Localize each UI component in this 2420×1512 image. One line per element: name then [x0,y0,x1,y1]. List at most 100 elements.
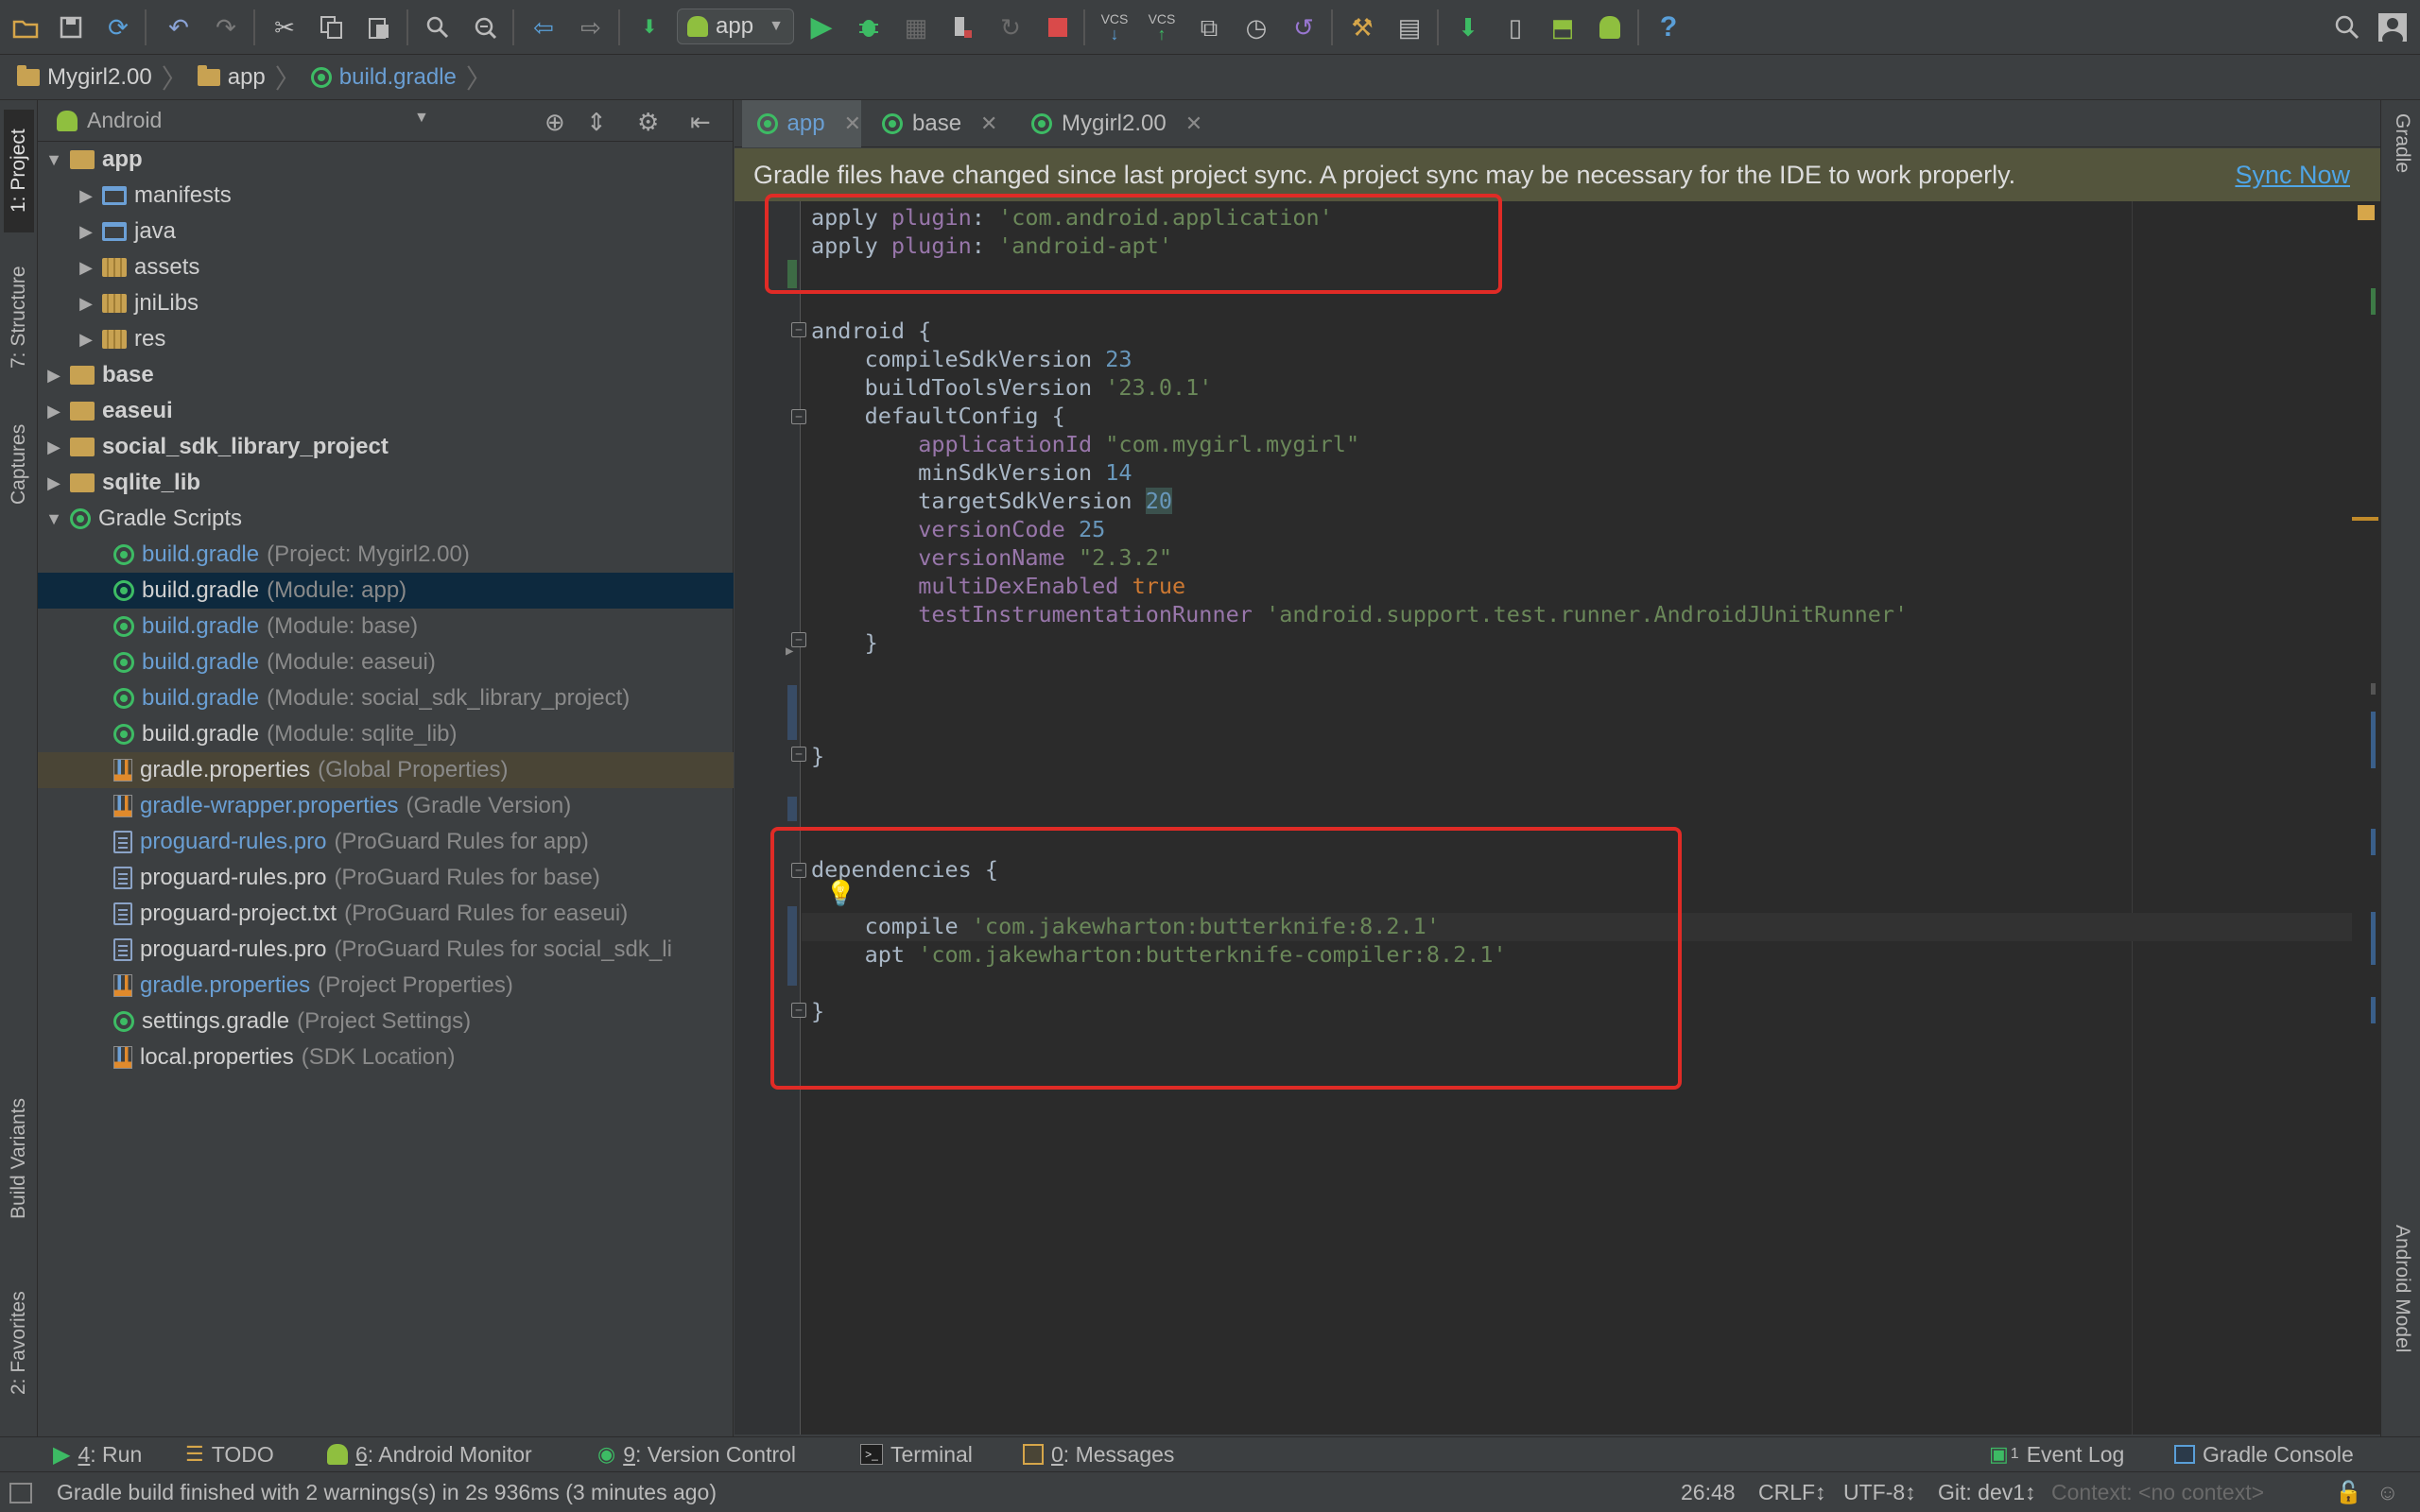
android-icon[interactable] [1594,11,1626,43]
tool-button-messages[interactable]: 0: Messages [1023,1437,1174,1471]
sdk-manager-icon[interactable]: ▤ [1393,11,1426,43]
replace-icon[interactable] [469,11,501,43]
code-editor[interactable]: apply plugin: 'com.android.application' a… [735,194,2380,1435]
tool-tab-structure[interactable]: 7: Structure [4,251,34,384]
project-tree-item[interactable]: ▶ easeui [38,393,734,429]
save-icon[interactable] [55,11,87,43]
run-icon[interactable]: ▶ [805,11,838,43]
tool-tab-android-model[interactable]: Android Model [2387,1225,2417,1433]
cut-icon[interactable]: ✂ [268,11,301,43]
encoding-selector[interactable]: UTF-8↕ [1843,1472,1916,1512]
sync-icon[interactable]: ⟳ [102,11,134,43]
vcs-history-icon[interactable]: ◷ [1240,11,1272,43]
project-tree-item[interactable]: ▼ Gradle Scripts [38,501,734,537]
help-icon[interactable]: ? [1652,11,1685,43]
fold-icon[interactable]: − [791,409,806,424]
collapsed-arrow-icon[interactable]: ▶ [43,473,64,493]
collapsed-arrow-icon[interactable]: ▶ [76,330,96,350]
tab-base[interactable]: base ✕ [867,100,1009,147]
collapsed-arrow-icon[interactable]: ▶ [76,258,96,278]
tool-button-version-control[interactable]: ◉ 9: Version Control [597,1437,796,1471]
vcs-update-icon[interactable]: VCS ↓ [1098,11,1131,43]
collapsed-arrow-icon[interactable]: ▶ [43,438,64,457]
find-icon[interactable] [422,11,454,43]
close-icon[interactable]: ✕ [980,112,997,136]
project-tree-item[interactable]: ▶ social_sdk_library_project [38,429,734,465]
project-tree-item[interactable]: ▶ base [38,357,734,393]
back-icon[interactable]: ⇦ [527,11,560,43]
gear-icon[interactable]: ⚙ [637,108,659,137]
hector-icon[interactable]: ☺ [2377,1472,2398,1512]
collapse-all-icon[interactable]: ⇕ [586,108,607,137]
scroll-from-source-icon[interactable]: ⊕ [544,108,565,137]
breadcrumb-module[interactable]: app [197,64,266,91]
close-icon[interactable]: ✕ [844,112,861,136]
collapsed-arrow-icon[interactable]: ▶ [43,402,64,421]
expanded-arrow-icon[interactable]: ▼ [43,150,64,170]
chevron-down-icon[interactable]: ▼ [414,110,429,127]
project-tree-item[interactable]: proguard-rules.pro (ProGuard Rules for so… [38,932,734,968]
collapsed-arrow-icon[interactable]: ▶ [76,186,96,206]
project-tree-item[interactable]: build.gradle (Project: Mygirl2.00) [38,537,734,573]
android-monitor-icon[interactable]: ⬒ [1547,11,1579,43]
tool-button-todo[interactable]: ☰ TODO [185,1437,274,1471]
run-configuration-dropdown[interactable]: app ▼ [677,9,794,44]
project-tree-item[interactable]: build.gradle (Module: easeui) [38,644,734,680]
run-coverage-icon[interactable] [947,11,979,43]
project-tree-item[interactable]: settings.gradle (Project Settings) [38,1004,734,1040]
line-separator-selector[interactable]: CRLF↕ [1758,1472,1826,1512]
tool-tab-gradle[interactable]: Gradle [2387,113,2417,232]
project-tree-item[interactable]: ▶ sqlite_lib [38,465,734,501]
toggle-tool-windows-icon[interactable] [9,1472,32,1512]
paste-icon[interactable] [363,11,395,43]
project-tree-item[interactable]: ▶ assets [38,249,734,285]
tool-button-android-monitor[interactable]: 6: Android Monitor [327,1437,532,1471]
project-tree-item[interactable]: local.properties (SDK Location) [38,1040,734,1075]
tool-button-terminal[interactable]: >_ Terminal [860,1437,973,1471]
sync-now-link[interactable]: Sync Now [2235,161,2350,190]
forward-icon[interactable]: ⇨ [575,11,607,43]
vcs-revert-icon[interactable]: ↺ [1288,11,1320,43]
project-tree-item[interactable]: ▶ res [38,321,734,357]
breadcrumb-file[interactable]: build.gradle [310,64,457,91]
breadcrumb-project[interactable]: Mygirl2.00 [17,64,152,91]
undo-icon[interactable]: ↶ [163,11,195,43]
project-tree-item[interactable]: build.gradle (Module: base) [38,609,734,644]
make-project-icon[interactable]: ⬇ [633,11,666,43]
sync-gradle-icon[interactable]: ⬇ [1452,11,1484,43]
redo-icon[interactable]: ↷ [210,11,242,43]
debug-icon[interactable] [853,11,885,43]
project-tree-item[interactable]: ▼ app [38,142,734,178]
project-tree-item[interactable]: gradle.properties (Project Properties) [38,968,734,1004]
collapsed-arrow-icon[interactable]: ▶ [76,222,96,242]
expanded-arrow-icon[interactable]: ▼ [43,509,64,529]
vcs-commit-icon[interactable]: VCS ↑ [1146,11,1178,43]
close-icon[interactable]: ✕ [1185,112,1202,136]
tool-tab-captures[interactable]: Captures [4,403,34,525]
search-everywhere-icon[interactable] [2331,11,2363,43]
user-icon[interactable] [2377,11,2409,43]
apply-changes-icon[interactable]: ↻ [994,11,1027,43]
project-tree-item[interactable]: gradle-wrapper.properties (Gradle Version… [38,788,734,824]
tab-app[interactable]: app ✕ [742,100,861,147]
lock-icon[interactable]: 🔓 [2335,1472,2362,1512]
tool-tab-favorites[interactable]: 2: Favorites [4,1272,34,1414]
fold-icon[interactable]: − [791,747,806,762]
project-tree-item[interactable]: build.gradle (Module: sqlite_lib) [38,716,734,752]
project-tree-item[interactable]: build.gradle (Module: social_sdk_library_… [38,680,734,716]
tool-button-gradle-console[interactable]: Gradle Console [2174,1437,2354,1471]
project-view-mode-selector[interactable]: Android [87,108,162,133]
project-tree-item[interactable]: gradle.properties (Global Properties) [38,752,734,788]
copy-icon[interactable] [316,11,348,43]
fold-icon[interactable]: − [791,322,806,337]
avd-manager-icon[interactable]: ▯ [1499,11,1531,43]
status-message[interactable]: Gradle build finished with 2 warnings(s)… [57,1472,717,1512]
project-tree-item[interactable]: ▶ jniLibs [38,285,734,321]
open-folder-icon[interactable] [9,11,42,43]
vcs-compare-icon[interactable]: ⧉ [1193,11,1225,43]
project-tree-item[interactable]: proguard-project.txt (ProGuard Rules for … [38,896,734,932]
attach-debugger-icon[interactable]: ▦ [900,11,932,43]
stop-icon[interactable] [1042,11,1074,43]
collapsed-arrow-icon[interactable]: ▶ [43,366,64,386]
project-tree-item[interactable]: ▶ manifests [38,178,734,214]
